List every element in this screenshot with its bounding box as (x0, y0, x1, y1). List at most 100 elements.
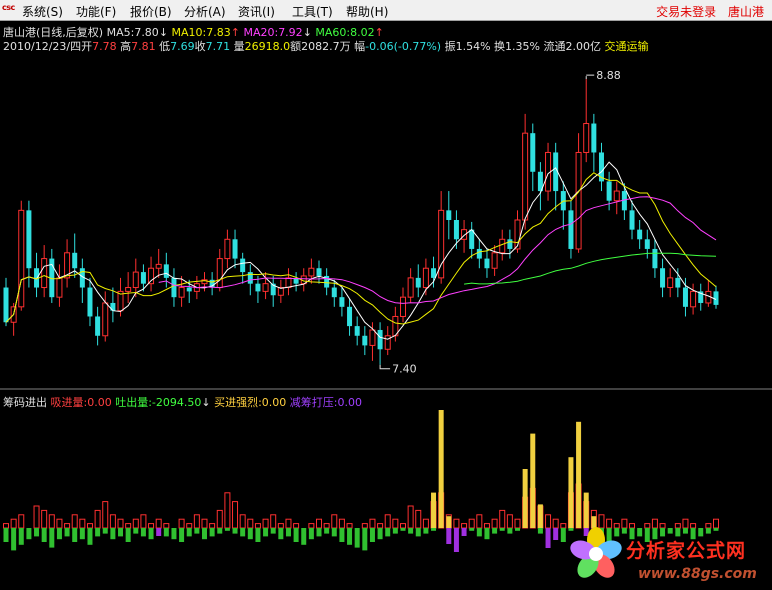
candle-body[interactable] (476, 248, 482, 259)
absorb-bar (239, 514, 246, 529)
absorb-bar (193, 514, 200, 529)
candle-body[interactable] (354, 326, 360, 336)
absorb-bar (293, 523, 300, 529)
candle-body[interactable] (491, 252, 498, 269)
absorb-bar (545, 514, 552, 529)
candle-body[interactable] (72, 252, 78, 269)
spit-bar (148, 528, 154, 540)
spit-bar (179, 528, 185, 542)
candle-body[interactable] (285, 277, 292, 289)
candle-body[interactable] (484, 258, 490, 269)
absorb-bar (148, 523, 155, 529)
absorb-bar (499, 509, 506, 529)
flower-logo-icon (570, 527, 622, 578)
chart-canvas[interactable]: 8.88 7.40 (0, 0, 772, 590)
candle-body[interactable] (713, 291, 719, 305)
candle-body[interactable] (583, 123, 590, 153)
candle-body[interactable] (132, 271, 139, 289)
candle-body[interactable] (575, 151, 582, 250)
candle-body[interactable] (102, 302, 109, 337)
absorb-bar (109, 514, 116, 529)
candle-body[interactable] (415, 277, 421, 288)
absorb-bar (476, 514, 483, 529)
candle-body[interactable] (399, 296, 406, 317)
candle-body[interactable] (347, 306, 353, 327)
absorb-bar (48, 514, 55, 529)
candle-body[interactable] (178, 287, 185, 298)
absorb-bar (453, 518, 460, 529)
candle-body[interactable] (224, 238, 231, 260)
candle-body[interactable] (316, 268, 322, 276)
price-min-label: 7.40 (392, 363, 417, 376)
candle-body[interactable] (262, 283, 269, 292)
absorb-bar (33, 505, 40, 529)
absorb-bar (64, 523, 71, 529)
candle-body[interactable] (568, 210, 574, 249)
candle-body[interactable] (606, 181, 612, 201)
candle-body[interactable] (125, 287, 132, 292)
absorb-bar (399, 523, 406, 529)
spit-bar (194, 528, 200, 534)
candle-body[interactable] (675, 277, 681, 288)
spit-bar (293, 528, 299, 542)
candle-body[interactable] (3, 287, 9, 323)
candle-body[interactable] (87, 287, 93, 317)
candle-body[interactable] (18, 209, 25, 308)
spit-bar (301, 528, 307, 545)
candle-body[interactable] (629, 210, 635, 230)
candle-body[interactable] (362, 335, 368, 346)
candle-body[interactable] (232, 239, 238, 259)
absorb-bar (140, 514, 147, 529)
candle-body[interactable] (613, 190, 620, 202)
spit-bar (56, 528, 62, 540)
candle-body[interactable] (95, 316, 101, 336)
candle-body[interactable] (422, 267, 429, 289)
candle-body[interactable] (41, 258, 48, 289)
candle-body[interactable] (308, 267, 315, 277)
candle-body[interactable] (667, 277, 674, 289)
candle-body[interactable] (660, 268, 666, 288)
spit-bar (163, 528, 169, 537)
candle-body[interactable] (690, 290, 697, 308)
spit-bar (79, 528, 85, 540)
candle-body[interactable] (339, 297, 345, 307)
candle-body[interactable] (431, 268, 437, 278)
candle-body[interactable] (216, 258, 223, 289)
absorb-bar (377, 523, 384, 529)
spit-bar (224, 528, 230, 531)
candle-body[interactable] (155, 263, 162, 269)
candle-body[interactable] (140, 272, 146, 284)
candle-body[interactable] (530, 133, 536, 172)
absorb-bar (41, 509, 48, 529)
candle-body[interactable] (522, 132, 529, 221)
absorb-bar (247, 518, 254, 529)
absorb-bar (384, 514, 391, 529)
candle-body[interactable] (110, 302, 116, 311)
candle-body[interactable] (682, 287, 688, 307)
candle-body[interactable] (26, 210, 32, 269)
candle-body[interactable] (446, 210, 452, 220)
spit-bar (484, 528, 490, 540)
candle-body[interactable] (453, 220, 459, 240)
candle-body[interactable] (331, 287, 337, 298)
candle-body[interactable] (407, 277, 414, 298)
candle-body[interactable] (652, 248, 658, 269)
candle-body[interactable] (644, 239, 650, 249)
candle-body[interactable] (255, 283, 261, 292)
candle-body[interactable] (171, 277, 177, 298)
candle-body[interactable] (499, 238, 506, 254)
candle-body[interactable] (637, 229, 643, 240)
candle-body[interactable] (186, 287, 192, 292)
candle-body[interactable] (591, 123, 597, 153)
spit-bar (18, 528, 24, 545)
candle-body[interactable] (369, 329, 376, 346)
candle-body[interactable] (377, 329, 383, 350)
absorb-bar (216, 509, 223, 529)
reduce-bar (461, 528, 467, 536)
candle-body[interactable] (507, 239, 513, 249)
absorb-bar (308, 523, 315, 529)
candle-body[interactable] (240, 258, 246, 273)
candle-body[interactable] (56, 277, 63, 298)
candle-body[interactable] (163, 264, 169, 278)
spit-bar (392, 528, 398, 534)
